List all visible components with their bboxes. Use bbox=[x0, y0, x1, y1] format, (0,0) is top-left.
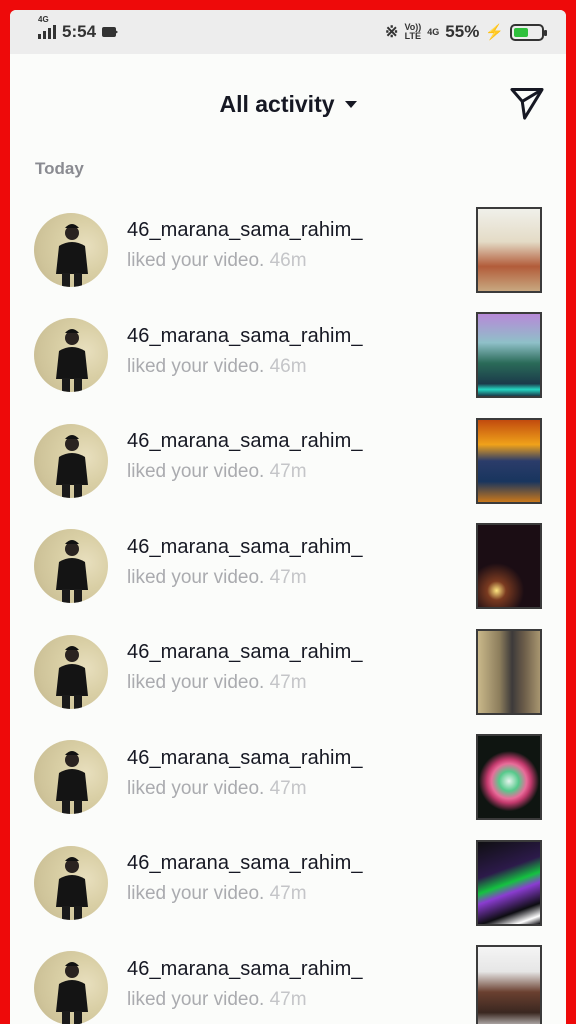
send-icon[interactable] bbox=[508, 84, 546, 122]
notification-text: 46_marana_sama_rahim_ liked your video. … bbox=[127, 536, 363, 589]
username[interactable]: 46_marana_sama_rahim_ bbox=[127, 219, 363, 242]
caret-down-icon bbox=[344, 100, 357, 108]
volte-indicator: Vo)) LTE bbox=[404, 22, 422, 41]
section-label-today: Today bbox=[35, 159, 84, 178]
notification-text: 46_marana_sama_rahim_ liked your video. … bbox=[127, 852, 363, 905]
app-screen: 4G 5:54 ※ Vo))LTE 4G 55% ⚡ All activity bbox=[10, 10, 566, 1024]
video-recording-icon bbox=[102, 27, 119, 37]
notification-text: 46_marana_sama_rahim_ liked your video. … bbox=[127, 219, 363, 272]
username[interactable]: 46_marana_sama_rahim_ bbox=[127, 430, 363, 453]
activity-description: liked your video. 47m bbox=[127, 461, 307, 482]
notification-item[interactable]: 46_marana_sama_rahim_ liked your video. … bbox=[10, 514, 566, 620]
signal-icon: 4G bbox=[38, 15, 56, 39]
data-network-indicator: 4G bbox=[427, 26, 440, 37]
activity-header: All activity bbox=[10, 54, 566, 154]
username[interactable]: 46_marana_sama_rahim_ bbox=[127, 325, 363, 348]
bluetooth-icon: ※ bbox=[385, 24, 399, 41]
video-thumbnail[interactable] bbox=[476, 734, 542, 821]
notification-text: 46_marana_sama_rahim_ liked your video. … bbox=[127, 747, 363, 800]
video-thumbnail[interactable] bbox=[476, 839, 542, 926]
username[interactable]: 46_marana_sama_rahim_ bbox=[127, 536, 363, 559]
video-thumbnail[interactable] bbox=[476, 523, 542, 610]
status-right: ※ Vo)) LTE 4G 55% ⚡ bbox=[385, 22, 547, 42]
activity-description: liked your video. 47m bbox=[127, 672, 307, 693]
avatar[interactable] bbox=[34, 423, 108, 498]
timestamp: 47m bbox=[269, 988, 307, 1010]
avatar[interactable] bbox=[34, 212, 108, 287]
activity-description: liked your video. 47m bbox=[127, 988, 307, 1010]
charging-icon: ⚡ bbox=[485, 24, 504, 41]
video-thumbnail[interactable] bbox=[476, 945, 542, 1024]
avatar[interactable] bbox=[34, 845, 108, 920]
video-thumbnail[interactable] bbox=[476, 417, 542, 504]
video-thumbnail[interactable] bbox=[476, 628, 542, 715]
username[interactable]: 46_marana_sama_rahim_ bbox=[127, 852, 363, 875]
activity-filter-dropdown[interactable]: All activity bbox=[219, 90, 357, 118]
avatar[interactable] bbox=[34, 634, 108, 709]
avatar[interactable] bbox=[34, 529, 108, 604]
notification-text: 46_marana_sama_rahim_ liked your video. … bbox=[127, 325, 363, 378]
notification-text: 46_marana_sama_rahim_ liked your video. … bbox=[127, 430, 363, 483]
notification-item[interactable]: 46_marana_sama_rahim_ liked your video. … bbox=[10, 408, 566, 514]
timestamp: 46m bbox=[269, 250, 307, 271]
avatar[interactable] bbox=[34, 740, 108, 815]
notification-text: 46_marana_sama_rahim_ liked your video. … bbox=[127, 641, 363, 694]
status-left: 4G 5:54 bbox=[38, 15, 119, 42]
page-title: All activity bbox=[219, 90, 335, 117]
notification-item[interactable]: 46_marana_sama_rahim_ liked your video. … bbox=[10, 197, 566, 303]
username[interactable]: 46_marana_sama_rahim_ bbox=[127, 958, 363, 981]
activity-description: liked your video. 47m bbox=[127, 883, 307, 904]
notification-item[interactable]: 46_marana_sama_rahim_ liked your video. … bbox=[10, 725, 566, 831]
notification-item[interactable]: 46_marana_sama_rahim_ liked your video. … bbox=[10, 830, 566, 936]
video-thumbnail[interactable] bbox=[476, 312, 542, 399]
battery-percent: 55% bbox=[445, 22, 480, 41]
notification-item[interactable]: 46_marana_sama_rahim_ liked your video. … bbox=[10, 619, 566, 725]
timestamp: 47m bbox=[269, 883, 307, 904]
notification-list: 46_marana_sama_rahim_ liked your video. … bbox=[10, 197, 566, 1024]
timestamp: 47m bbox=[269, 461, 307, 482]
username[interactable]: 46_marana_sama_rahim_ bbox=[127, 747, 363, 770]
network-type: 4G bbox=[38, 15, 49, 24]
activity-description: liked your video. 47m bbox=[127, 566, 307, 588]
clock: 5:54 bbox=[62, 22, 97, 41]
notification-text: 46_marana_sama_rahim_ liked your video. … bbox=[127, 958, 363, 1011]
video-thumbnail[interactable] bbox=[476, 206, 542, 293]
timestamp: 47m bbox=[269, 672, 307, 693]
username[interactable]: 46_marana_sama_rahim_ bbox=[127, 641, 363, 664]
timestamp: 46m bbox=[269, 355, 307, 377]
battery-icon bbox=[510, 23, 547, 41]
avatar[interactable] bbox=[34, 951, 108, 1024]
notification-item[interactable]: 46_marana_sama_rahim_ liked your video. … bbox=[10, 936, 566, 1024]
activity-description: liked your video. 47m bbox=[127, 777, 307, 799]
timestamp: 47m bbox=[269, 777, 307, 799]
avatar[interactable] bbox=[34, 318, 108, 393]
status-bar: 4G 5:54 ※ Vo)) LTE 4G 55% ⚡ bbox=[10, 10, 566, 54]
notification-item[interactable]: 46_marana_sama_rahim_ liked your video. … bbox=[10, 303, 566, 409]
timestamp: 47m bbox=[269, 566, 307, 588]
activity-description: liked your video. 46m bbox=[127, 355, 307, 377]
activity-description: liked your video. 46m bbox=[127, 250, 307, 271]
